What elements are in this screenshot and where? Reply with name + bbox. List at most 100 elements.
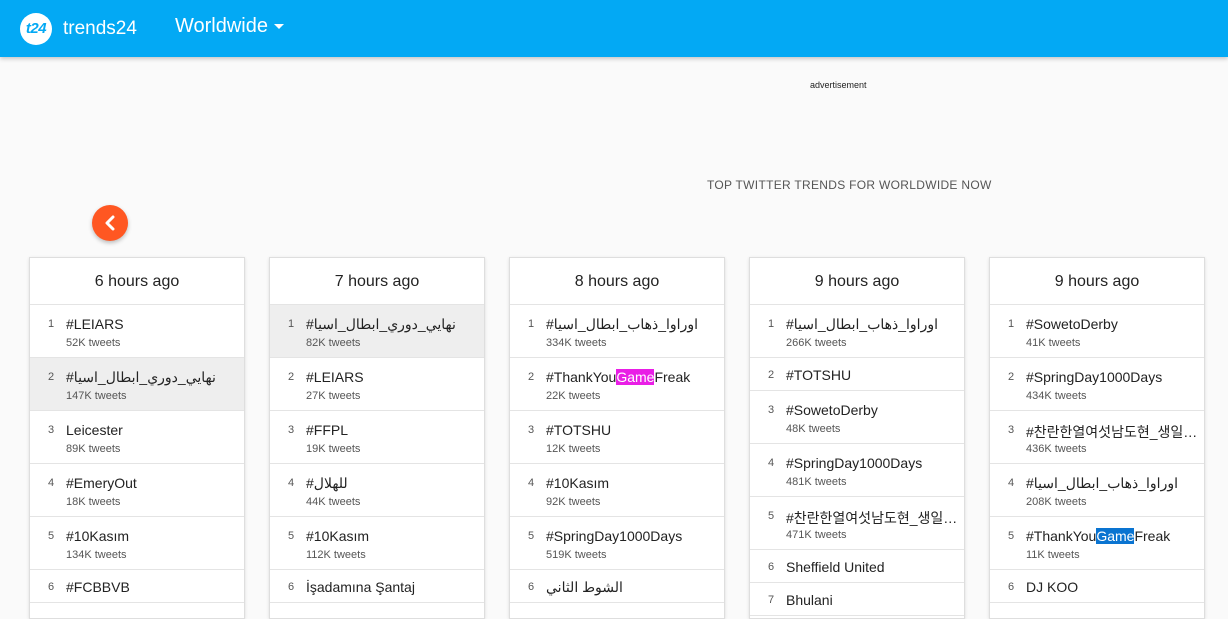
trend-item[interactable]: 2 #SpringDay1000Days 434K tweets: [990, 358, 1204, 411]
trend-rank: 3: [48, 424, 55, 436]
trend-rank: 4: [1008, 477, 1015, 489]
trend-item[interactable]: 6 İşadamına Şantaj: [270, 570, 484, 603]
trend-item[interactable]: 4 #10Kasım 92K tweets: [510, 464, 724, 517]
trend-name[interactable]: #찬란한열여섯남도현_생일축하해: [786, 508, 960, 528]
trend-rank: 2: [1008, 371, 1015, 383]
trend-rank: 5: [288, 530, 295, 542]
trend-rank: 2: [48, 371, 55, 383]
tweet-count: 82K tweets: [306, 337, 361, 349]
tweet-count: 41K tweets: [1026, 337, 1081, 349]
trend-rank: 6: [528, 581, 535, 593]
trend-rank: 4: [288, 477, 295, 489]
trend-item[interactable]: 3 Leicester 89K tweets: [30, 411, 244, 464]
trend-item[interactable]: 6 الشوط الثاني: [510, 570, 724, 603]
trend-name[interactable]: #SowetoDerby: [786, 402, 960, 418]
trend-rank: 2: [288, 371, 295, 383]
trend-item[interactable]: 6 Sheffield United: [750, 550, 964, 583]
trend-item[interactable]: 3 #TOTSHU 12K tweets: [510, 411, 724, 464]
trend-item[interactable]: 2 #نهايي_دوري_ابطال_اسيا 147K tweets: [30, 358, 244, 411]
trend-name[interactable]: #نهايي_دوري_ابطال_اسيا: [306, 316, 480, 333]
trend-name[interactable]: الشوط الثاني: [546, 579, 720, 596]
tweet-count: 12K tweets: [546, 443, 601, 455]
trend-item[interactable]: 3 #찬란한열여섯남도현_생일축하해436K tweets: [990, 411, 1204, 464]
trend-item[interactable]: 1 #LEIARS 52K tweets: [30, 305, 244, 358]
column-timestamp: 8 hours ago: [510, 258, 724, 305]
tweet-count: 147K tweets: [66, 390, 127, 402]
trend-name[interactable]: #نهايي_دوري_ابطال_اسيا: [66, 369, 240, 386]
logo-text[interactable]: trends24: [63, 18, 137, 40]
trend-name[interactable]: #للهلال: [306, 475, 480, 492]
trend-name[interactable]: DJ KOO: [1026, 579, 1200, 595]
trend-item[interactable]: 2 #LEIARS 27K tweets: [270, 358, 484, 411]
trend-name[interactable]: #10Kasım: [546, 475, 720, 491]
trend-item[interactable]: 2 #TOTSHU: [750, 358, 964, 391]
logo-badge[interactable]: t24: [20, 13, 52, 45]
trend-name-part: Freak: [1134, 528, 1171, 544]
trend-name-part: #ThankYou: [546, 369, 617, 385]
trend-item[interactable]: 5 #ThankYouGameFreak 11K tweets: [990, 517, 1204, 570]
trend-item[interactable]: 6 #FCBBVB: [30, 570, 244, 603]
trend-name[interactable]: #SpringDay1000Days: [786, 455, 960, 471]
trend-name[interactable]: #TOTSHU: [546, 422, 720, 438]
trend-name[interactable]: #LEIARS: [306, 369, 480, 385]
trend-item[interactable]: 5 #찬란한열여섯남도현_생일축하해471K tweets: [750, 497, 964, 550]
trend-item[interactable]: 5 #10Kasım 134K tweets: [30, 517, 244, 570]
trend-rank: 3: [528, 424, 535, 436]
trend-rank: 1: [288, 318, 295, 330]
trend-rank: 7: [768, 594, 775, 606]
trend-name[interactable]: #SpringDay1000Days: [546, 528, 720, 544]
trend-item[interactable]: 4 #SpringDay1000Days 481K tweets: [750, 444, 964, 497]
trend-item[interactable]: 5 #10Kasım 112K tweets: [270, 517, 484, 570]
trend-item[interactable]: 1 #SowetoDerby 41K tweets: [990, 305, 1204, 358]
trend-item[interactable]: 6 DJ KOO: [990, 570, 1204, 603]
region-dropdown[interactable]: Worldwide: [175, 15, 284, 38]
trend-item[interactable]: 4 #اوراوا_ذهاب_ابطال_اسيا 208K tweets: [990, 464, 1204, 517]
column-timestamp: 9 hours ago: [750, 258, 964, 305]
trend-item[interactable]: 3 #SowetoDerby 48K tweets: [750, 391, 964, 444]
trend-name[interactable]: İşadamına Şantaj: [306, 579, 480, 595]
chevron-left-icon: [105, 215, 115, 231]
trend-name[interactable]: Leicester: [66, 422, 240, 438]
trend-name[interactable]: #اوراوا_ذهاب_ابطال_اسيا: [786, 316, 960, 333]
trend-item[interactable]: 5 #SpringDay1000Days 519K tweets: [510, 517, 724, 570]
trend-rank: 2: [768, 369, 775, 381]
trend-item[interactable]: 4 #EmeryOut 18K tweets: [30, 464, 244, 517]
trend-name[interactable]: #اوراوا_ذهاب_ابطال_اسيا: [1026, 475, 1200, 492]
trend-name[interactable]: #FCBBVB: [66, 579, 240, 595]
back-button[interactable]: [92, 205, 128, 241]
trend-column: 9 hours ago 1 #SowetoDerby 41K tweets 2 #Spri…: [989, 257, 1205, 619]
trend-rank: 1: [528, 318, 535, 330]
trend-name[interactable]: Sheffield United: [786, 559, 960, 575]
trend-item[interactable]: 1 #اوراوا_ذهاب_ابطال_اسيا 334K tweets: [510, 305, 724, 358]
trend-item[interactable]: 1 #نهايي_دوري_ابطال_اسيا 82K tweets: [270, 305, 484, 358]
page-heading: TOP TWITTER TRENDS FOR WORLDWIDE NOW: [707, 178, 992, 192]
tweet-count: 52K tweets: [66, 337, 121, 349]
column-timestamp: 7 hours ago: [270, 258, 484, 305]
tweet-count: 434K tweets: [1026, 390, 1087, 402]
trend-item[interactable]: 3 #FFPL 19K tweets: [270, 411, 484, 464]
trend-name[interactable]: #SowetoDerby: [1026, 316, 1200, 332]
trend-item[interactable]: 1 #اوراوا_ذهاب_ابطال_اسيا 266K tweets: [750, 305, 964, 358]
top-bar: t24 trends24 Worldwide: [0, 0, 1228, 57]
tweet-count: 19K tweets: [306, 443, 361, 455]
trend-name[interactable]: #ThankYouGameFreak: [1026, 528, 1200, 544]
trend-name[interactable]: Bhulani: [786, 592, 960, 608]
trend-name[interactable]: #찬란한열여섯남도현_생일축하해: [1026, 422, 1200, 442]
trend-name[interactable]: #LEIARS: [66, 316, 240, 332]
trend-name[interactable]: #اوراوا_ذهاب_ابطال_اسيا: [546, 316, 720, 333]
trend-item[interactable]: 4 #للهلال 44K tweets: [270, 464, 484, 517]
trend-name[interactable]: #TOTSHU: [786, 367, 960, 383]
tweet-count: 519K tweets: [546, 549, 607, 561]
region-label: Worldwide: [175, 15, 268, 37]
trend-name[interactable]: #FFPL: [306, 422, 480, 438]
trend-name[interactable]: #EmeryOut: [66, 475, 240, 491]
trend-rank: 1: [768, 318, 775, 330]
trend-column: 8 hours ago 1 #اوراوا_ذهاب_ابطال_اسيا 334K …: [509, 257, 725, 619]
tweet-count: 266K tweets: [786, 337, 847, 349]
trend-name[interactable]: #SpringDay1000Days: [1026, 369, 1200, 385]
trend-name[interactable]: #10Kasım: [66, 528, 240, 544]
trend-name[interactable]: #10Kasım: [306, 528, 480, 544]
tweet-count: 471K tweets: [786, 529, 847, 541]
trend-item[interactable]: 2 #ThankYouGameFreak 22K tweets: [510, 358, 724, 411]
trend-name[interactable]: #ThankYouGameFreak: [546, 369, 720, 385]
